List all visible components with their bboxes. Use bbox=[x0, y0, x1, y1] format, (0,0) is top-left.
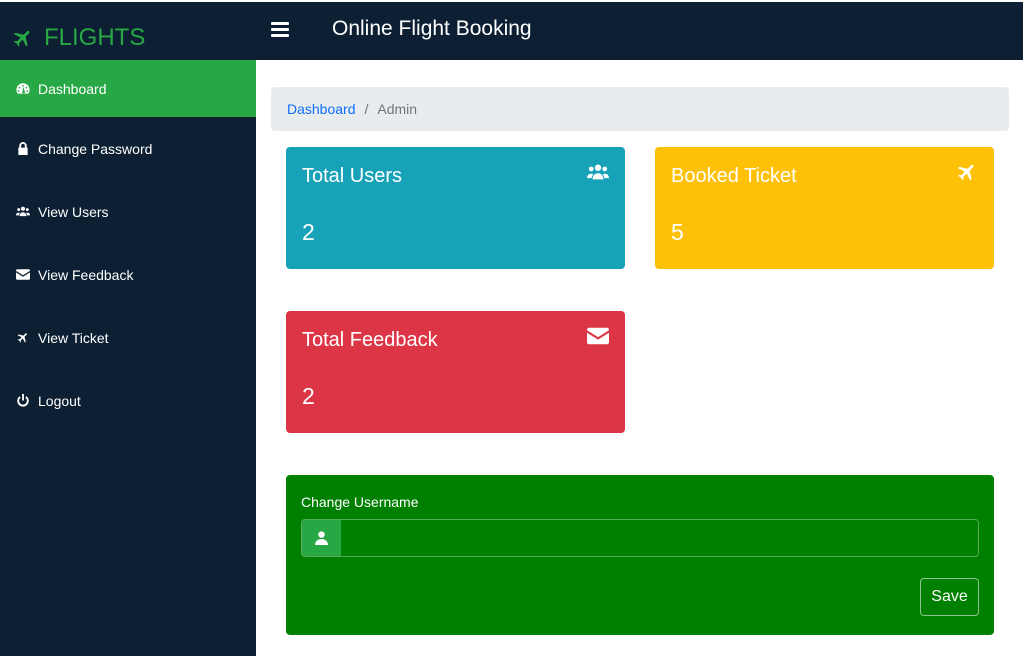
sidebar: Dashboard Change Password View Users Vie… bbox=[0, 60, 256, 656]
hamburger-menu-icon[interactable] bbox=[271, 22, 289, 38]
sidebar-item-dashboard[interactable]: Dashboard bbox=[0, 60, 256, 117]
card-title: Total Users bbox=[302, 165, 403, 187]
change-username-form: Change Username Save bbox=[286, 475, 994, 635]
sidebar-item-view-feedback[interactable]: View Feedback bbox=[0, 243, 256, 306]
top-navbar: FLIGHTS Online Flight Booking bbox=[0, 0, 1023, 60]
breadcrumb: Dashboard / Admin bbox=[271, 87, 1009, 131]
sidebar-item-label: View Users bbox=[38, 203, 109, 220]
card-title: Booked Ticket bbox=[671, 165, 797, 187]
breadcrumb-separator: / bbox=[364, 101, 369, 117]
card-title: Total Feedback bbox=[302, 329, 438, 351]
lock-icon bbox=[15, 142, 30, 156]
brand-name: FLIGHTS bbox=[44, 24, 146, 51]
breadcrumb-link-dashboard[interactable]: Dashboard bbox=[287, 101, 356, 117]
card-value: 2 bbox=[302, 383, 315, 409]
envelope-icon bbox=[15, 268, 30, 282]
users-icon bbox=[587, 161, 609, 183]
envelope-icon bbox=[587, 325, 609, 347]
sidebar-item-label: View Feedback bbox=[38, 266, 134, 283]
sidebar-item-label: Dashboard bbox=[38, 80, 107, 97]
username-input-group bbox=[301, 519, 979, 557]
save-button[interactable]: Save bbox=[920, 578, 979, 616]
dashboard-icon bbox=[15, 82, 30, 96]
sidebar-item-view-users[interactable]: View Users bbox=[0, 180, 256, 243]
plane-icon bbox=[15, 331, 30, 345]
form-label: Change Username bbox=[301, 494, 419, 510]
sidebar-item-label: View Ticket bbox=[38, 329, 109, 346]
total-users-card: Total Users 2 bbox=[286, 147, 625, 269]
username-input[interactable] bbox=[341, 520, 978, 556]
sidebar-item-logout[interactable]: Logout bbox=[0, 369, 256, 432]
plane-icon bbox=[13, 30, 30, 47]
total-feedback-card: Total Feedback 2 bbox=[286, 311, 625, 433]
sidebar-item-view-ticket[interactable]: View Ticket bbox=[0, 306, 256, 369]
card-value: 2 bbox=[302, 219, 315, 245]
user-icon bbox=[302, 520, 341, 556]
sidebar-item-label: Logout bbox=[38, 392, 81, 409]
sidebar-item-label: Change Password bbox=[38, 140, 153, 157]
users-icon bbox=[15, 205, 30, 219]
power-icon bbox=[15, 394, 30, 408]
card-value: 5 bbox=[671, 219, 684, 245]
app-title: Online Flight Booking bbox=[332, 17, 532, 40]
brand-logo[interactable]: FLIGHTS bbox=[12, 22, 145, 54]
booked-ticket-card: Booked Ticket 5 bbox=[655, 147, 994, 269]
sidebar-item-change-password[interactable]: Change Password bbox=[0, 117, 256, 180]
plane-icon bbox=[956, 161, 978, 183]
breadcrumb-current: Admin bbox=[377, 101, 418, 117]
